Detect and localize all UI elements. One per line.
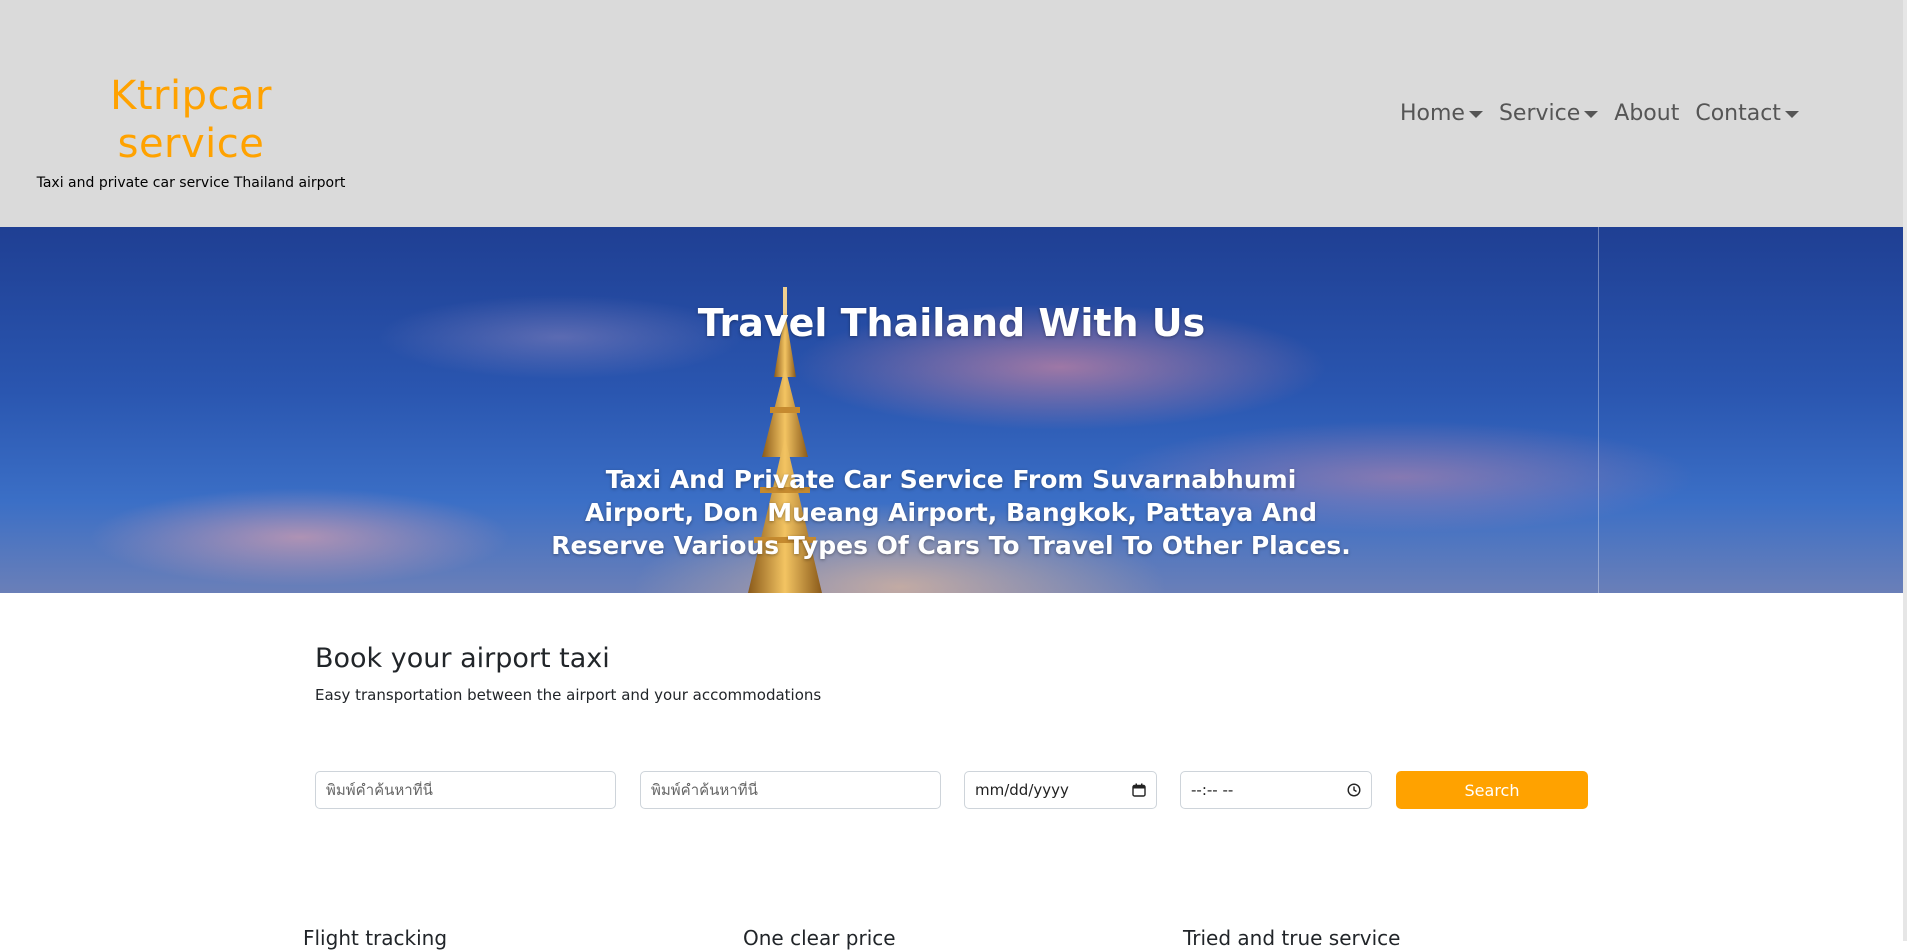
nav-service-label: Service xyxy=(1498,101,1581,126)
nav-home[interactable]: Home xyxy=(1400,96,1483,132)
time-input[interactable]: --:-- -- xyxy=(1191,781,1233,799)
main-nav: Home Service About Contact xyxy=(1400,96,1799,132)
date-field[interactable]: mm/dd/yyyy xyxy=(964,771,1157,809)
calendar-icon[interactable] xyxy=(1132,783,1146,797)
nav-service[interactable]: Service xyxy=(1498,96,1599,132)
to-field[interactable] xyxy=(640,771,941,809)
booking-title: Book your airport taxi xyxy=(315,643,610,674)
feature-clear-price: One clear price xyxy=(743,926,896,950)
nav-about[interactable]: About xyxy=(1614,96,1679,132)
chevron-down-icon xyxy=(1784,110,1799,118)
brand-title[interactable]: Ktripcar service xyxy=(36,72,346,168)
search-button[interactable]: Search xyxy=(1396,771,1588,809)
hero-subtitle: Taxi And Private Car Service From Suvarn… xyxy=(551,465,1351,560)
feature-flight-tracking: Flight tracking xyxy=(303,926,448,950)
booking-subtitle: Easy transportation between the airport … xyxy=(315,686,822,704)
brand-subtitle: Taxi and private car service Thailand ai… xyxy=(36,175,346,191)
date-input[interactable]: mm/dd/yyyy xyxy=(975,781,1069,799)
clock-icon[interactable] xyxy=(1347,783,1361,797)
scrollbar[interactable] xyxy=(1903,0,1907,941)
chevron-down-icon xyxy=(1468,110,1483,118)
hero-banner: Travel Thailand With Us Taxi And Private… xyxy=(0,227,1903,593)
feature-service: Tried and true service xyxy=(1183,926,1401,950)
nav-home-label: Home xyxy=(1400,101,1465,126)
from-field[interactable] xyxy=(315,771,616,809)
to-input[interactable] xyxy=(651,781,930,799)
site-header: Ktripcar service Taxi and private car se… xyxy=(0,0,1903,227)
nav-contact-label: Contact xyxy=(1695,101,1781,126)
time-field[interactable]: --:-- -- xyxy=(1180,771,1372,809)
hero-title: Travel Thailand With Us xyxy=(697,301,1206,345)
brand[interactable]: Ktripcar service Taxi and private car se… xyxy=(36,72,346,192)
nav-contact[interactable]: Contact xyxy=(1695,96,1799,132)
from-input[interactable] xyxy=(326,781,605,799)
hero-divider xyxy=(1598,227,1599,593)
nav-about-label: About xyxy=(1614,101,1680,126)
chevron-down-icon xyxy=(1584,110,1599,118)
